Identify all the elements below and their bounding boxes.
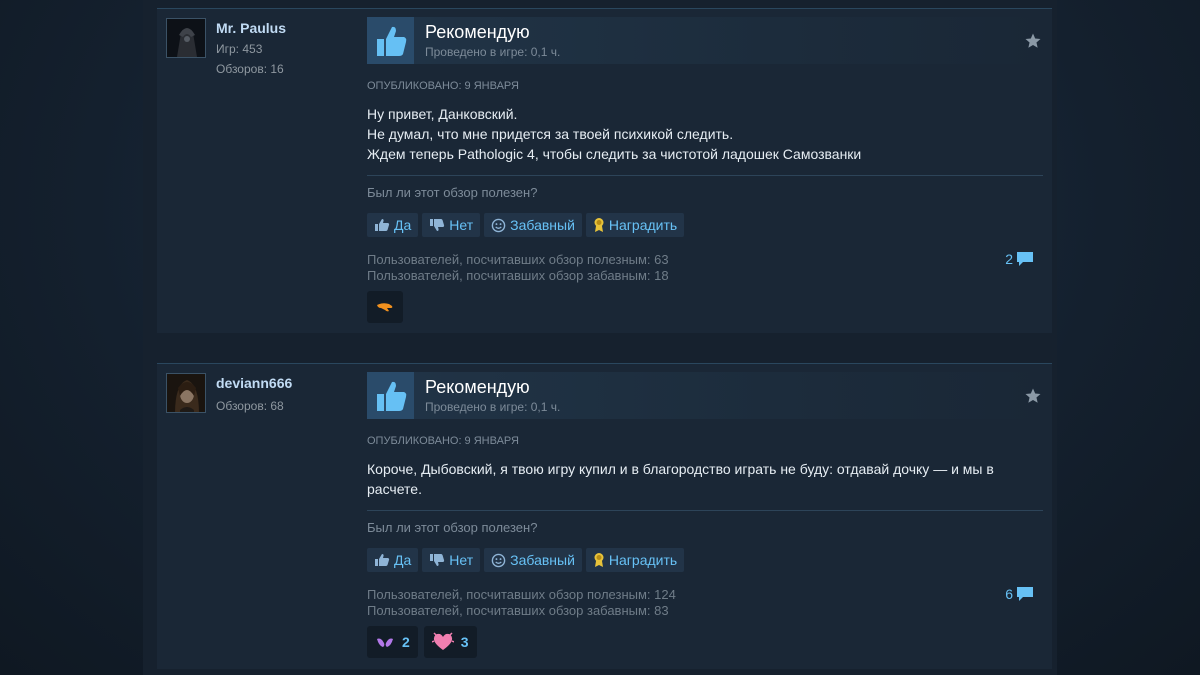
thumbs-down-small-icon xyxy=(430,219,445,231)
award-star-icon[interactable] xyxy=(1023,31,1043,51)
helpful-count: Пользователей, посчитавших обзор полезны… xyxy=(367,587,676,602)
thumbs-up-small-icon xyxy=(375,219,390,231)
vote-no-label: Нет xyxy=(449,552,474,568)
vote-buttons: Да Нет Забавный Наградить xyxy=(367,213,685,237)
vote-funny-button[interactable]: Забавный xyxy=(484,548,582,572)
posted-date: Опубликовано: 9 января xyxy=(367,435,519,447)
hours-played: Проведено в игре: 0,1 ч. xyxy=(425,400,561,414)
vote-header[interactable]: Рекомендую Проведено в игре: 0,1 ч. xyxy=(367,17,1043,64)
comment-bubble-icon xyxy=(1017,587,1033,601)
avatar[interactable] xyxy=(166,373,206,413)
funny-count: Пользователей, посчитавших обзор забавны… xyxy=(367,603,669,618)
avatar[interactable] xyxy=(166,18,206,58)
comments-link[interactable]: 6 xyxy=(1005,586,1034,602)
vote-no-label: Нет xyxy=(449,217,474,233)
comments-count: 6 xyxy=(1005,586,1013,602)
helpful-question: Был ли этот обзор полезен? xyxy=(367,520,538,535)
author-games-count: Игр: 453 xyxy=(216,42,263,56)
comments-count: 2 xyxy=(1005,251,1013,267)
vote-counts: Пользователей, посчитавших обзор полезны… xyxy=(367,252,669,284)
review-line: Ждем теперь Pathologic 4, чтобы следить … xyxy=(367,146,862,162)
review-text: Ну привет, Данковский. Не думал, что мне… xyxy=(367,104,1043,164)
vote-funny-button[interactable]: Забавный xyxy=(484,213,582,237)
pink-heart-icon xyxy=(431,632,454,650)
comments-link[interactable]: 2 xyxy=(1005,251,1034,267)
reactions: 2 3 xyxy=(367,626,477,658)
smiley-icon xyxy=(491,218,506,232)
vote-funny-label: Забавный xyxy=(510,552,575,568)
review-card: deviann666 Обзоров: 68 Рекомендую Провед… xyxy=(157,363,1052,669)
award-button[interactable]: Наградить xyxy=(585,548,685,572)
smiley-icon xyxy=(491,553,506,567)
reaction-item[interactable]: 3 xyxy=(423,626,477,658)
posted-date: Опубликовано: 9 января xyxy=(367,80,519,92)
purple-heart-hands-icon xyxy=(377,638,393,647)
divider xyxy=(367,510,1043,511)
vote-funny-label: Забавный xyxy=(510,217,575,233)
review-line: Не думал, что мне придется за твоей псих… xyxy=(367,126,734,142)
award-label: Наградить xyxy=(608,217,678,233)
vote-counts: Пользователей, посчитавших обзор полезны… xyxy=(367,587,676,619)
vote-yes-label: Да xyxy=(394,552,412,568)
orange-hand-icon xyxy=(377,303,393,312)
vote-no-button[interactable]: Нет xyxy=(422,213,481,237)
review-verdict: Рекомендую xyxy=(425,377,530,397)
thumbs-up-icon xyxy=(367,372,414,419)
funny-count: Пользователей, посчитавших обзор забавны… xyxy=(367,268,669,283)
author-reviews-count: Обзоров: 68 xyxy=(216,399,284,413)
award-label: Наградить xyxy=(608,552,678,568)
vote-yes-button[interactable]: Да xyxy=(367,213,419,237)
hours-played: Проведено в игре: 0,1 ч. xyxy=(425,45,561,59)
award-medal-icon xyxy=(594,553,604,567)
author-reviews-count: Обзоров: 16 xyxy=(216,62,284,76)
author-name[interactable]: deviann666 xyxy=(216,375,292,391)
review-text: Короче, Дыбовский, я твою игру купил и в… xyxy=(367,459,1043,499)
vote-buttons: Да Нет Забавный Наградить xyxy=(367,548,685,572)
review-line: Ну привет, Данковский. xyxy=(367,106,518,122)
helpful-question: Был ли этот обзор полезен? xyxy=(367,185,538,200)
award-star-icon[interactable] xyxy=(1023,386,1043,406)
vote-yes-label: Да xyxy=(394,217,412,233)
review-verdict: Рекомендую xyxy=(425,22,530,42)
review-card: Mr. Paulus Игр: 453 Обзоров: 16 Рекоменд… xyxy=(157,8,1052,333)
thumbs-up-small-icon xyxy=(375,554,390,566)
vote-header[interactable]: Рекомендую Проведено в игре: 0,1 ч. xyxy=(367,372,1043,419)
divider xyxy=(367,175,1043,176)
helpful-count: Пользователей, посчитавших обзор полезны… xyxy=(367,252,669,267)
vote-yes-button[interactable]: Да xyxy=(367,548,419,572)
comment-bubble-icon xyxy=(1017,252,1033,266)
vote-no-button[interactable]: Нет xyxy=(422,548,481,572)
thumbs-down-small-icon xyxy=(430,554,445,566)
reaction-item[interactable] xyxy=(367,291,403,323)
review-line: Короче, Дыбовский, я твою игру купил и в… xyxy=(367,461,994,497)
author-name[interactable]: Mr. Paulus xyxy=(216,20,286,36)
reaction-count: 3 xyxy=(460,634,469,650)
reactions xyxy=(367,291,403,323)
reaction-item[interactable]: 2 xyxy=(367,626,418,658)
thumbs-up-icon xyxy=(367,17,414,64)
award-medal-icon xyxy=(594,218,604,232)
award-button[interactable]: Наградить xyxy=(585,213,685,237)
reaction-count: 2 xyxy=(402,634,410,650)
